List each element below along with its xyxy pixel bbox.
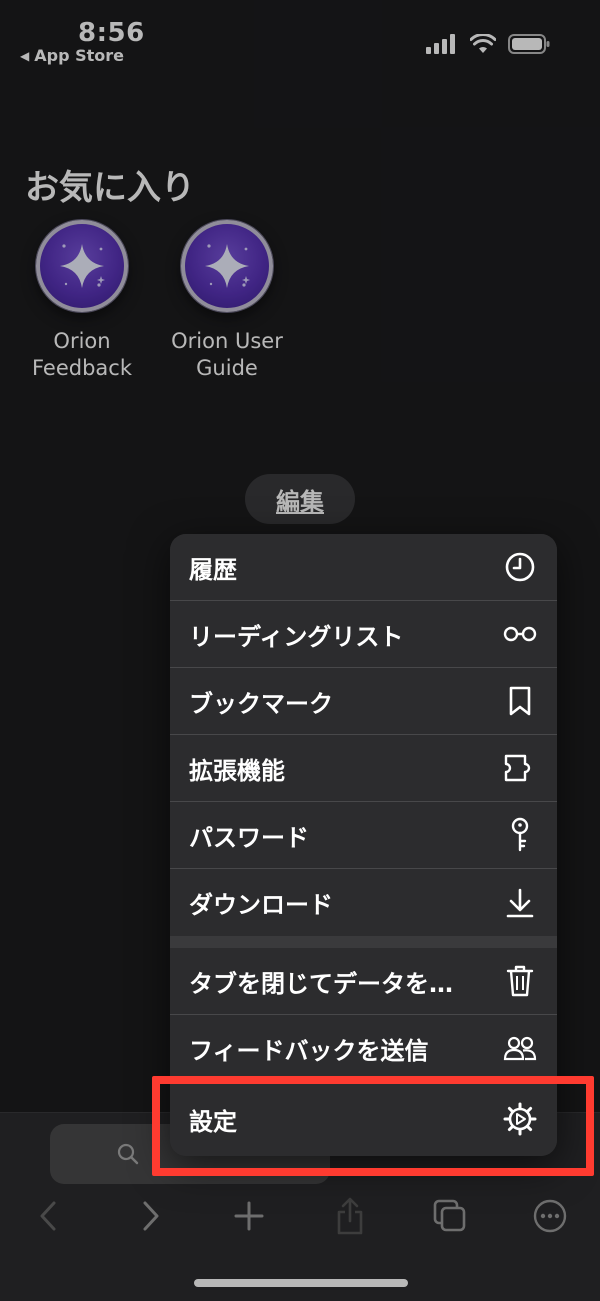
menu-item-label: パスワード	[189, 823, 309, 852]
screen: 8:56 ◀ App Store お気に入り Orion Feedback Or…	[0, 0, 600, 1301]
menu-item-label: タブを閉じてデータを…	[189, 969, 453, 998]
menu-item-downloads[interactable]: ダウンロード	[170, 869, 557, 936]
menu-item-label: ダウンロード	[189, 891, 333, 919]
menu-item-send-feedback[interactable]: フィードバックを送信	[170, 1015, 557, 1082]
menu-item-history[interactable]: 履歴	[170, 534, 557, 601]
puzzle-icon	[503, 751, 537, 785]
clock-icon	[503, 550, 537, 584]
highlight-box	[152, 1076, 594, 1176]
menu-item-close-tabs-clear-data[interactable]: タブを閉じてデータを…	[170, 948, 557, 1015]
glasses-icon	[503, 617, 537, 651]
menu-item-label: 履歴	[189, 555, 237, 584]
menu-group-separator	[170, 936, 557, 948]
key-icon	[503, 817, 537, 852]
menu-item-label: ブックマーク	[189, 689, 333, 718]
menu-item-label: リーディングリスト	[189, 622, 404, 651]
menu-item-extensions[interactable]: 拡張機能	[170, 735, 557, 802]
trash-icon	[503, 964, 537, 998]
menu-item-bookmarks[interactable]: ブックマーク	[170, 668, 557, 735]
people-icon	[503, 1031, 537, 1065]
menu-item-passwords[interactable]: パスワード	[170, 802, 557, 869]
bookmark-icon	[503, 684, 537, 718]
menu-item-reading-list[interactable]: リーディングリスト	[170, 601, 557, 668]
download-icon	[503, 886, 537, 920]
more-menu: 履歴 リーディングリスト ブックマーク 拡張機能 パスワード ダウンロード タブ…	[170, 534, 557, 1156]
menu-item-label: 拡張機能	[189, 756, 285, 785]
menu-item-label: フィードバックを送信	[189, 1036, 429, 1065]
